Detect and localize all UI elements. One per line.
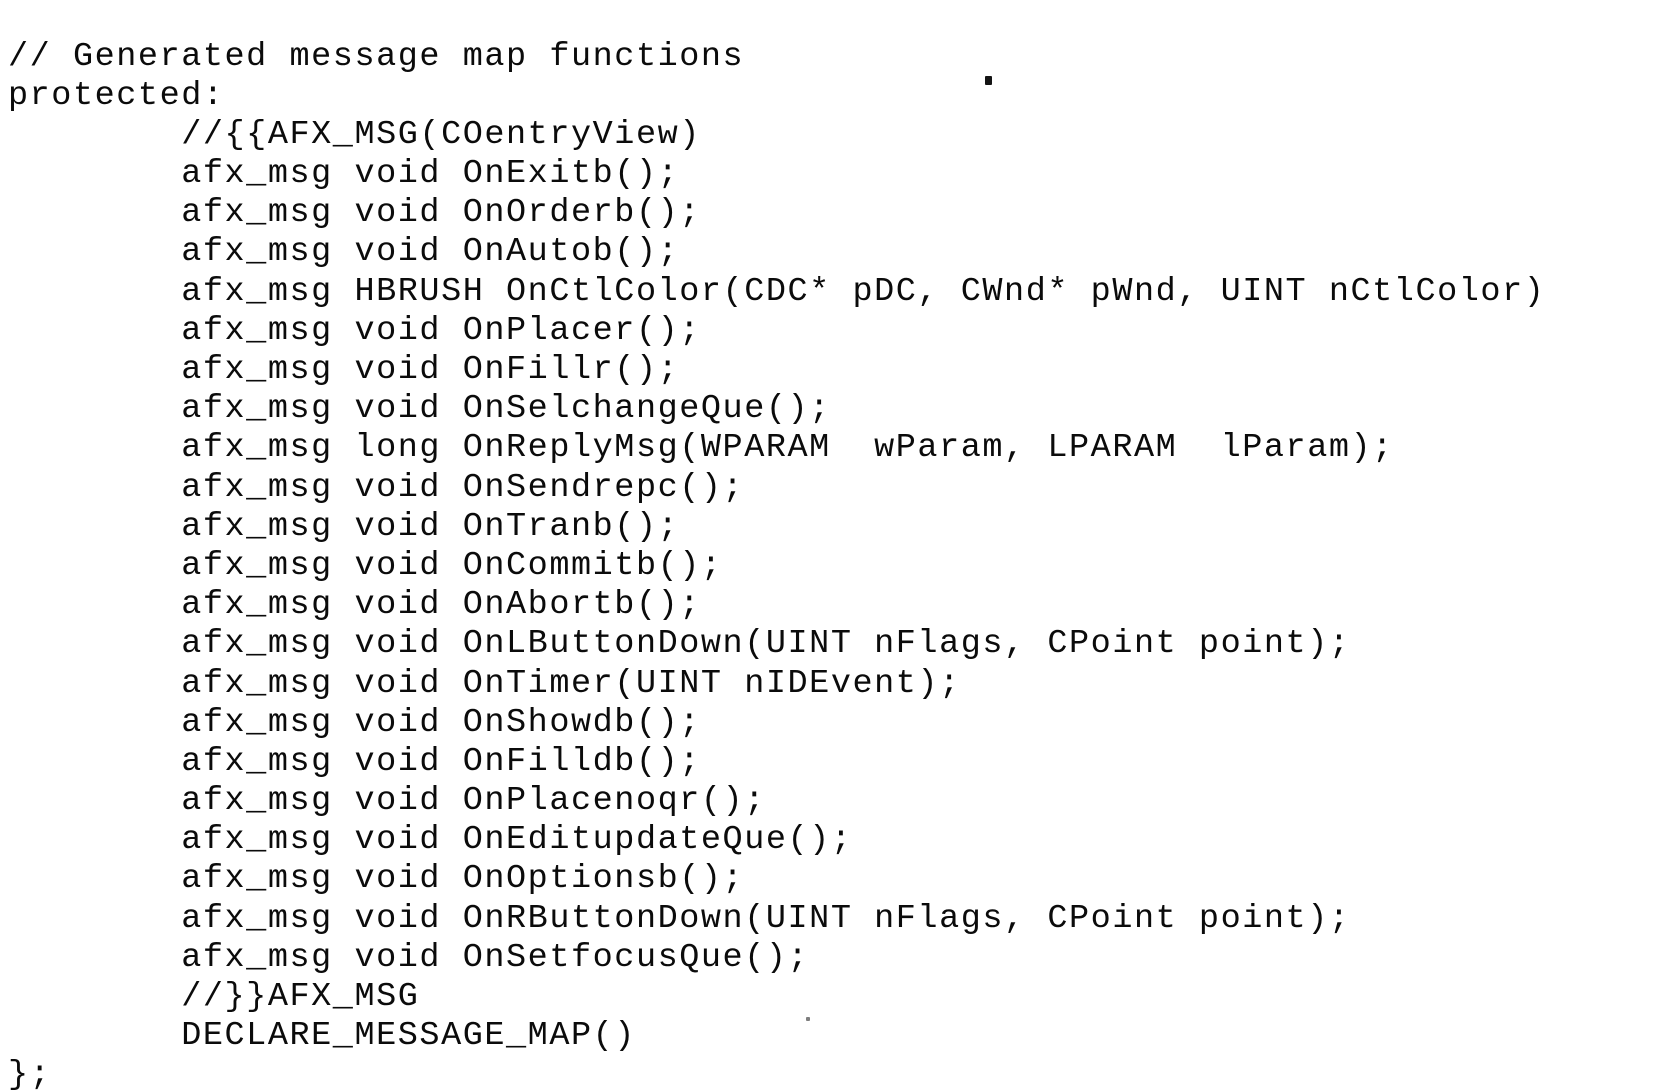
- code-line: DECLARE_MESSAGE_MAP(): [8, 1017, 636, 1056]
- code-line: protected:: [8, 76, 225, 115]
- code-line: afx_msg void OnOptionsb();: [8, 860, 745, 899]
- code-line: afx_msg void OnFilldb();: [8, 742, 701, 781]
- code-line: afx_msg void OnSelchangeQue();: [8, 390, 831, 429]
- code-line: // Generated message map functions: [8, 37, 745, 76]
- scan-artifact-speck: [806, 1017, 810, 1021]
- code-line: //{{AFX_MSG(COentryView): [8, 115, 701, 154]
- code-line: afx_msg void OnOrderb();: [8, 194, 701, 233]
- code-line: };: [8, 1056, 52, 1090]
- code-line: afx_msg void OnPlacer();: [8, 311, 701, 350]
- code-line: afx_msg void OnAbortb();: [8, 586, 701, 625]
- code-line: afx_msg long OnReplyMsg(WPARAM wParam, L…: [8, 429, 1394, 468]
- code-line: afx_msg void OnExitb();: [8, 155, 680, 194]
- code-line: afx_msg void OnFillr();: [8, 351, 680, 389]
- code-line: afx_msg void OnTimer(UINT nIDEvent);: [8, 664, 961, 703]
- code-line: afx_msg void OnAutob();: [8, 233, 680, 272]
- code-listing: // Generated message map functions protec…: [8, 38, 1665, 1090]
- code-line: afx_msg void OnShowdb();: [8, 703, 701, 742]
- code-line: afx_msg void OnSendrepc();: [8, 468, 745, 507]
- scan-artifact-speck: [985, 76, 992, 85]
- document-page: // Generated message map functions protec…: [0, 0, 1665, 1090]
- code-line: afx_msg void OnLButtonDown(UINT nFlags, …: [8, 625, 1351, 664]
- code-line: afx_msg void OnSetfocusQue();: [8, 938, 810, 977]
- code-line: afx_msg void OnPlacenoqr();: [8, 782, 766, 821]
- code-line: afx_msg void OnCommitb();: [8, 546, 723, 585]
- code-line: //}}AFX_MSG: [8, 978, 420, 1016]
- code-line: afx_msg void OnTranb();: [8, 507, 680, 546]
- code-line: afx_msg void OnEditupdateQue();: [8, 821, 853, 860]
- code-line: afx_msg HBRUSH OnCtlColor(CDC* pDC, CWnd…: [8, 272, 1546, 311]
- code-line: afx_msg void OnRButtonDown(UINT nFlags, …: [8, 899, 1351, 938]
